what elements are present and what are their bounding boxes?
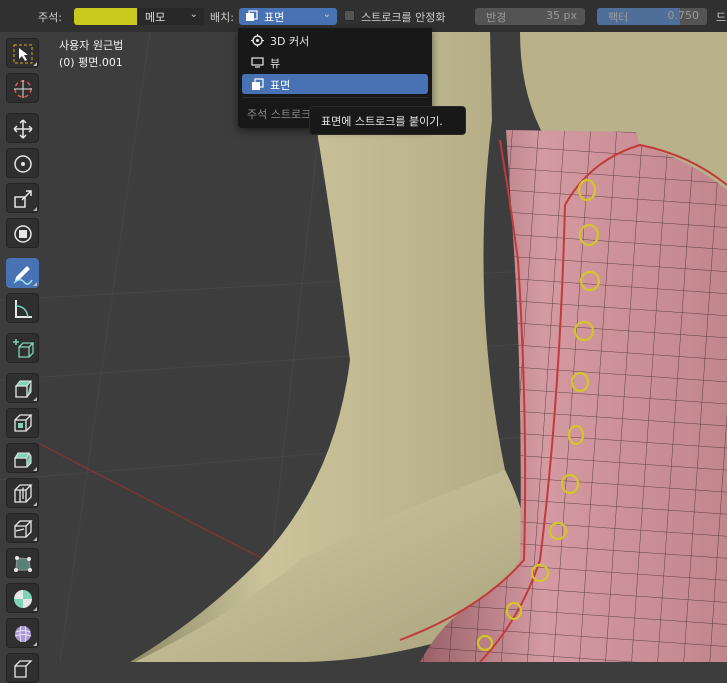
- menu-separator: [242, 97, 428, 98]
- tool-variants-indicator: [33, 642, 37, 646]
- placement-dropdown[interactable]: 표면 ⌄: [239, 8, 337, 25]
- spin-tool[interactable]: [6, 583, 39, 613]
- tool-variants-indicator: [33, 607, 37, 611]
- factor-value: 0.750: [667, 9, 700, 22]
- cursor-icon: [251, 34, 264, 47]
- loop-cut-icon: [14, 484, 33, 503]
- stabilize-checkbox[interactable]: [344, 10, 355, 21]
- knife-icon: [14, 520, 33, 538]
- inset-tool[interactable]: [6, 408, 39, 438]
- factor-label: 팩터: [608, 11, 629, 24]
- poly-build-tool[interactable]: [6, 548, 39, 578]
- menu-item-3d-cursor[interactable]: 3D 커서: [242, 30, 428, 50]
- surface-icon: [252, 78, 264, 90]
- tool-variants-indicator: [33, 467, 37, 471]
- add-cube-icon: [13, 339, 34, 358]
- inset-icon: [14, 414, 33, 432]
- move-tool[interactable]: [6, 113, 39, 143]
- radius-value: 35 px: [546, 9, 577, 22]
- transform-tool[interactable]: [6, 218, 39, 248]
- select-box-tool[interactable]: [6, 38, 39, 68]
- tool-variants-indicator: [33, 502, 37, 506]
- measure-icon: [15, 300, 32, 318]
- placement-value: 표면: [264, 11, 285, 24]
- radius-label: 반경: [486, 11, 507, 24]
- bevel-tool[interactable]: [6, 443, 39, 473]
- overflow-label: 드: [716, 11, 727, 24]
- menu-description: 주석 스트로크를: [247, 108, 317, 121]
- spin-icon: [14, 590, 32, 608]
- move-icon: [13, 119, 33, 139]
- view-icon: [251, 57, 264, 68]
- viewport-info: 사용자 원근법 (0) 평면.001: [59, 37, 123, 71]
- rotate-tool[interactable]: [6, 148, 39, 178]
- extrude-icon: [14, 380, 33, 398]
- factor-slider[interactable]: 팩터 0.750: [597, 8, 707, 25]
- menu-item-label: 3D 커서: [270, 35, 310, 48]
- annotate-label: 주석:: [38, 11, 62, 24]
- cursor-icon: [14, 80, 32, 98]
- edge-slide-tool[interactable]: [6, 653, 39, 683]
- smooth-tool[interactable]: [6, 618, 39, 648]
- poly-build-icon: [14, 556, 32, 572]
- object-name: (0) 평면.001: [59, 56, 123, 69]
- menu-item-surface[interactable]: 표면: [242, 74, 428, 94]
- measure-tool[interactable]: [6, 293, 39, 323]
- menu-item-view[interactable]: 뷰: [242, 52, 428, 72]
- radius-field[interactable]: 반경 35 px: [475, 8, 585, 25]
- menu-item-label: 뷰: [270, 57, 281, 70]
- transform-icon: [14, 225, 32, 243]
- tool-variants-indicator: [33, 282, 37, 286]
- loop-cut-tool[interactable]: [6, 478, 39, 508]
- tooltip: 표면에 스트로크를 붙이기.: [309, 106, 466, 135]
- annotate-color-swatch[interactable]: [74, 8, 137, 25]
- extrude-tool[interactable]: [6, 373, 39, 403]
- annotate-layer-dropdown[interactable]: 메모 ⌄: [137, 8, 204, 25]
- chevron-down-icon: ⌄: [322, 9, 331, 20]
- knife-tool[interactable]: [6, 513, 39, 543]
- add-cube-tool[interactable]: [6, 333, 39, 363]
- tool-variants-indicator: [33, 207, 37, 211]
- tool-variants-indicator: [33, 397, 37, 401]
- scale-icon: [14, 190, 32, 208]
- stabilize-label: 스트로크를 안정화: [361, 11, 446, 24]
- cursor-tool[interactable]: [6, 73, 39, 103]
- chevron-down-icon: ⌄: [189, 9, 198, 20]
- rotate-icon: [14, 155, 32, 173]
- menu-item-label: 표면: [270, 79, 291, 92]
- scale-tool[interactable]: [6, 183, 39, 213]
- bevel-icon: [14, 452, 32, 468]
- tool-variants-indicator: [33, 62, 37, 66]
- annotate-tool[interactable]: [6, 258, 39, 288]
- select-box-icon: [13, 44, 33, 64]
- smooth-icon: [14, 625, 32, 643]
- surface-icon: [246, 10, 258, 21]
- view-name: 사용자 원근법: [59, 39, 124, 52]
- placement-label: 배치:: [210, 11, 234, 24]
- tool-variants-indicator: [33, 537, 37, 541]
- edge-slide-icon: [14, 660, 33, 678]
- annotate-icon: [13, 266, 33, 285]
- annotate-layer-value: 메모: [145, 11, 166, 24]
